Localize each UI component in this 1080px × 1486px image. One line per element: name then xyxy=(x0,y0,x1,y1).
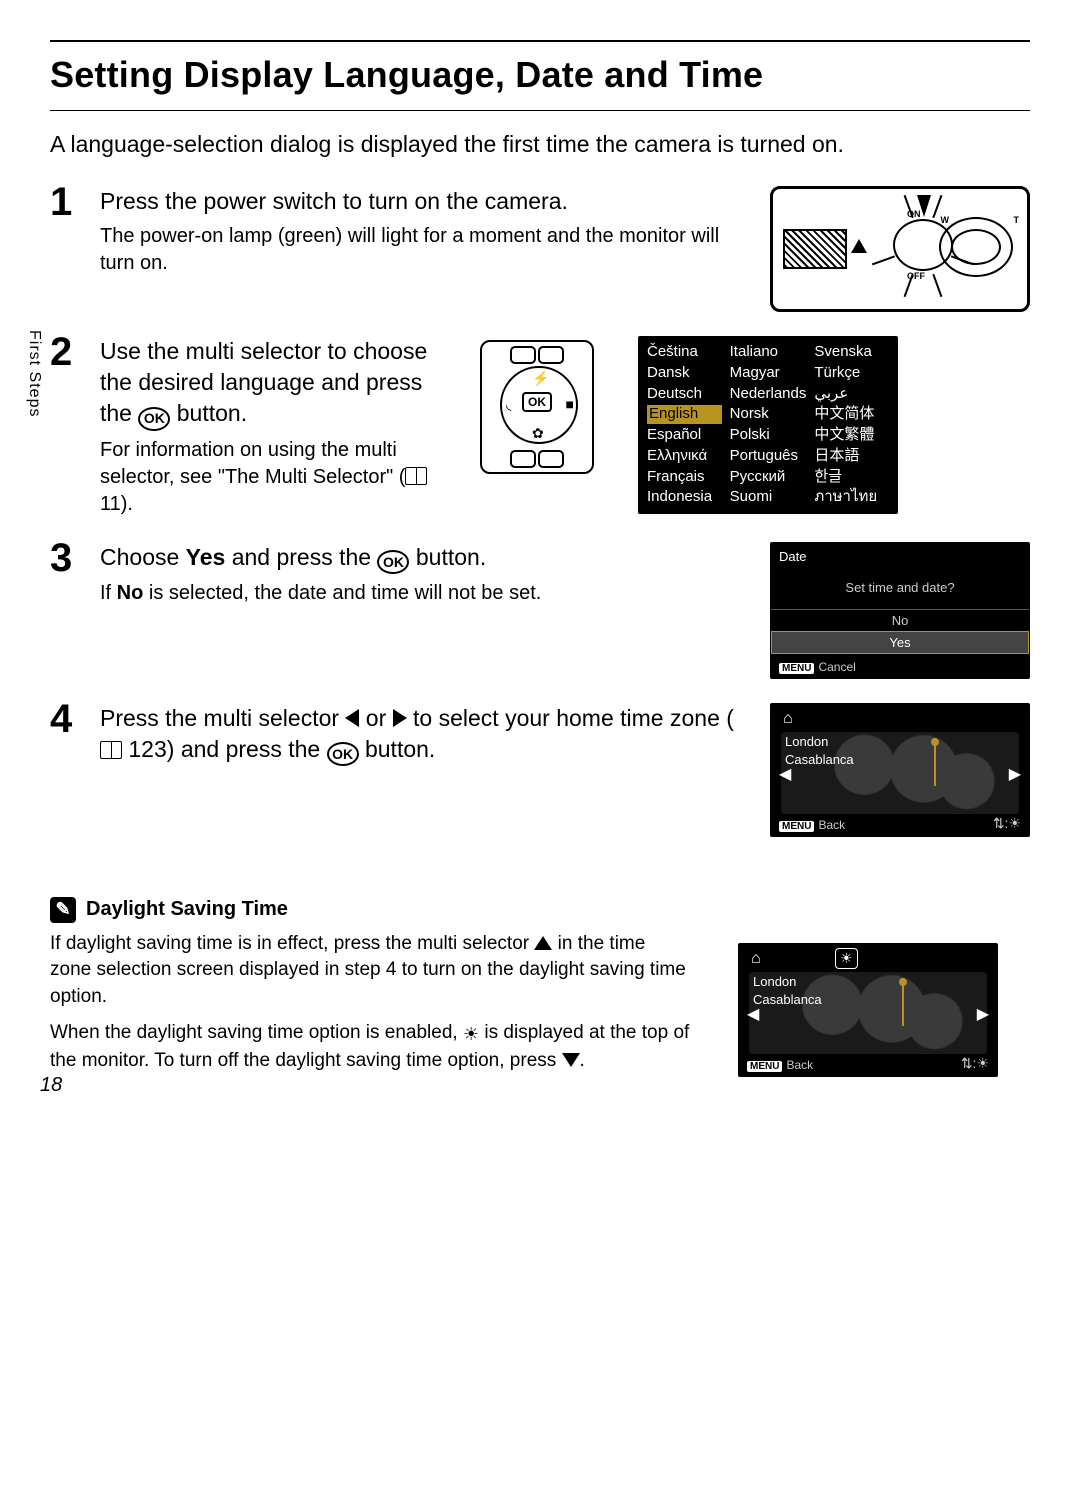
map-left-arrow-icon[interactable]: ◀ xyxy=(779,764,791,784)
t-label: T xyxy=(1014,215,1020,225)
map-right-arrow-icon[interactable]: ▶ xyxy=(1009,764,1021,784)
step-3: 3 Choose Yes and press the OK button. If… xyxy=(50,542,1030,679)
step-4-number: 4 xyxy=(50,699,100,739)
manual-page: First Steps Setting Display Language, Da… xyxy=(50,40,1030,1077)
back-label: Back xyxy=(818,818,845,832)
step-3-number: 3 xyxy=(50,538,100,578)
w-label: W xyxy=(941,215,950,225)
language-option[interactable]: عربي xyxy=(814,385,889,404)
language-option[interactable]: Magyar xyxy=(730,364,807,383)
multi-selector-illustration: ⚡ ◟ ■ ✿ OK xyxy=(480,340,594,474)
language-option[interactable]: Dansk xyxy=(647,364,722,383)
down-arrow-icon xyxy=(562,1053,580,1067)
language-option[interactable]: Deutsch xyxy=(647,385,722,404)
dst-toggle-hint-icon: ⇅:☀ xyxy=(961,1055,989,1072)
step-2: 2 Use the multi selector to choose the d… xyxy=(50,336,1030,518)
intro-text: A language-selection dialog is displayed… xyxy=(50,131,1030,158)
home-icon: ⌂ xyxy=(751,950,761,968)
step-3-heading: Choose Yes and press the OK button. xyxy=(100,542,746,574)
ok-button-icon: OK xyxy=(327,742,359,766)
dst-toggle-hint-icon: ⇅:☀ xyxy=(993,815,1021,832)
step-2-number: 2 xyxy=(50,332,100,372)
on-label: ON xyxy=(907,209,921,219)
language-option[interactable]: Nederlands xyxy=(730,385,807,404)
cancel-label: Cancel xyxy=(818,660,855,674)
language-option[interactable]: Türkçe xyxy=(814,364,889,383)
menu-chip: MENU xyxy=(779,663,814,674)
ok-button-icon: OK xyxy=(377,550,409,574)
home-icon: ⌂ xyxy=(783,710,793,728)
right-arrow-icon xyxy=(393,709,407,727)
dst-indicator-icon: ☀︎ xyxy=(463,1022,479,1047)
language-option[interactable]: Svenska xyxy=(814,343,889,362)
step-1-number: 1 xyxy=(50,182,100,222)
step-4-heading: Press the multi selector or to select yo… xyxy=(100,703,746,767)
language-option[interactable]: 中文简体 xyxy=(814,405,889,424)
step-2-heading: Use the multi selector to choose the des… xyxy=(100,336,460,431)
page-ref-icon xyxy=(100,741,122,759)
page-title: Setting Display Language, Date and Time xyxy=(50,54,1030,96)
note-heading: ✎ Daylight Saving Time xyxy=(50,897,1030,923)
option-yes[interactable]: Yes xyxy=(771,631,1029,654)
city-1: London xyxy=(753,974,796,989)
language-option[interactable]: English xyxy=(647,405,722,424)
section-tab-label: First Steps xyxy=(25,330,43,417)
language-option[interactable]: Русский xyxy=(730,468,807,487)
city-1: London xyxy=(785,734,828,749)
menu-chip: MENU xyxy=(779,821,814,832)
map-right-arrow-icon[interactable]: ▶ xyxy=(977,1004,989,1024)
page-number: 18 xyxy=(40,1074,62,1097)
language-option[interactable]: Italiano xyxy=(730,343,807,362)
language-option[interactable]: Norsk xyxy=(730,405,807,424)
language-option[interactable]: Polski xyxy=(730,426,807,445)
language-option[interactable]: Français xyxy=(647,468,722,487)
language-option[interactable]: Español xyxy=(647,426,722,445)
language-option[interactable]: Indonesia xyxy=(647,488,722,507)
back-label: Back xyxy=(786,1058,813,1072)
option-no[interactable]: No xyxy=(771,609,1029,631)
step-1-sub: The power-on lamp (green) will light for… xyxy=(100,223,746,277)
language-option[interactable]: Suomi xyxy=(730,488,807,507)
note-icon: ✎ xyxy=(50,897,76,923)
ok-center-icon: OK xyxy=(522,392,552,412)
date-prompt-screen: Date Set time and date? No Yes MENU Cance… xyxy=(770,542,1030,679)
note-body: If daylight saving time is in effect, pr… xyxy=(50,931,690,1075)
step-1: 1 Press the power switch to turn on the … xyxy=(50,186,1030,312)
step-1-heading: Press the power switch to turn on the ca… xyxy=(100,186,746,217)
step-2-sub: For information on using the multi selec… xyxy=(100,437,460,518)
page-ref-icon xyxy=(405,467,427,485)
camera-top-illustration: ON OFF W T xyxy=(770,186,1030,312)
step-4: 4 Press the multi selector or to select … xyxy=(50,703,1030,837)
language-option[interactable]: 한글 xyxy=(814,468,889,487)
zoom-dial-icon xyxy=(939,217,1013,277)
menu-chip: MENU xyxy=(747,1061,782,1072)
language-option[interactable]: Čeština xyxy=(647,343,722,362)
city-2: Casablanca xyxy=(785,752,854,767)
language-option[interactable]: ภาษาไทย xyxy=(814,488,889,507)
up-arrow-icon xyxy=(534,936,552,950)
timezone-map-dst-screen: ⌂ ☀︎ London Casablanca ◀ ▶ MENU Back ⇅:☀ xyxy=(738,943,998,1077)
dst-on-indicator-icon: ☀︎ xyxy=(835,948,858,969)
step-3-sub: If No is selected, the date and time wil… xyxy=(100,580,746,607)
ok-button-icon: OK xyxy=(138,407,170,431)
title-underline xyxy=(50,110,1030,111)
timezone-pin-icon xyxy=(899,978,907,986)
language-option[interactable]: 中文繁體 xyxy=(814,426,889,445)
language-option[interactable]: 日本語 xyxy=(814,447,889,466)
date-title: Date xyxy=(771,549,1029,564)
language-option[interactable]: Ελληνικά xyxy=(647,447,722,466)
timezone-map-screen: ⌂ London Casablanca ◀ ▶ MENU Back ⇅:☀ xyxy=(770,703,1030,837)
language-menu-screen: Čeština Italiano Svenska Dansk Magyar Türkçe D… xyxy=(638,336,898,514)
top-rule xyxy=(50,40,1030,42)
map-left-arrow-icon[interactable]: ◀ xyxy=(747,1004,759,1024)
off-label: OFF xyxy=(907,271,925,281)
language-option[interactable]: Português xyxy=(730,447,807,466)
timezone-pin-icon xyxy=(931,738,939,746)
date-prompt: Set time and date? xyxy=(771,570,1029,609)
left-arrow-icon xyxy=(345,709,359,727)
city-2: Casablanca xyxy=(753,992,822,1007)
